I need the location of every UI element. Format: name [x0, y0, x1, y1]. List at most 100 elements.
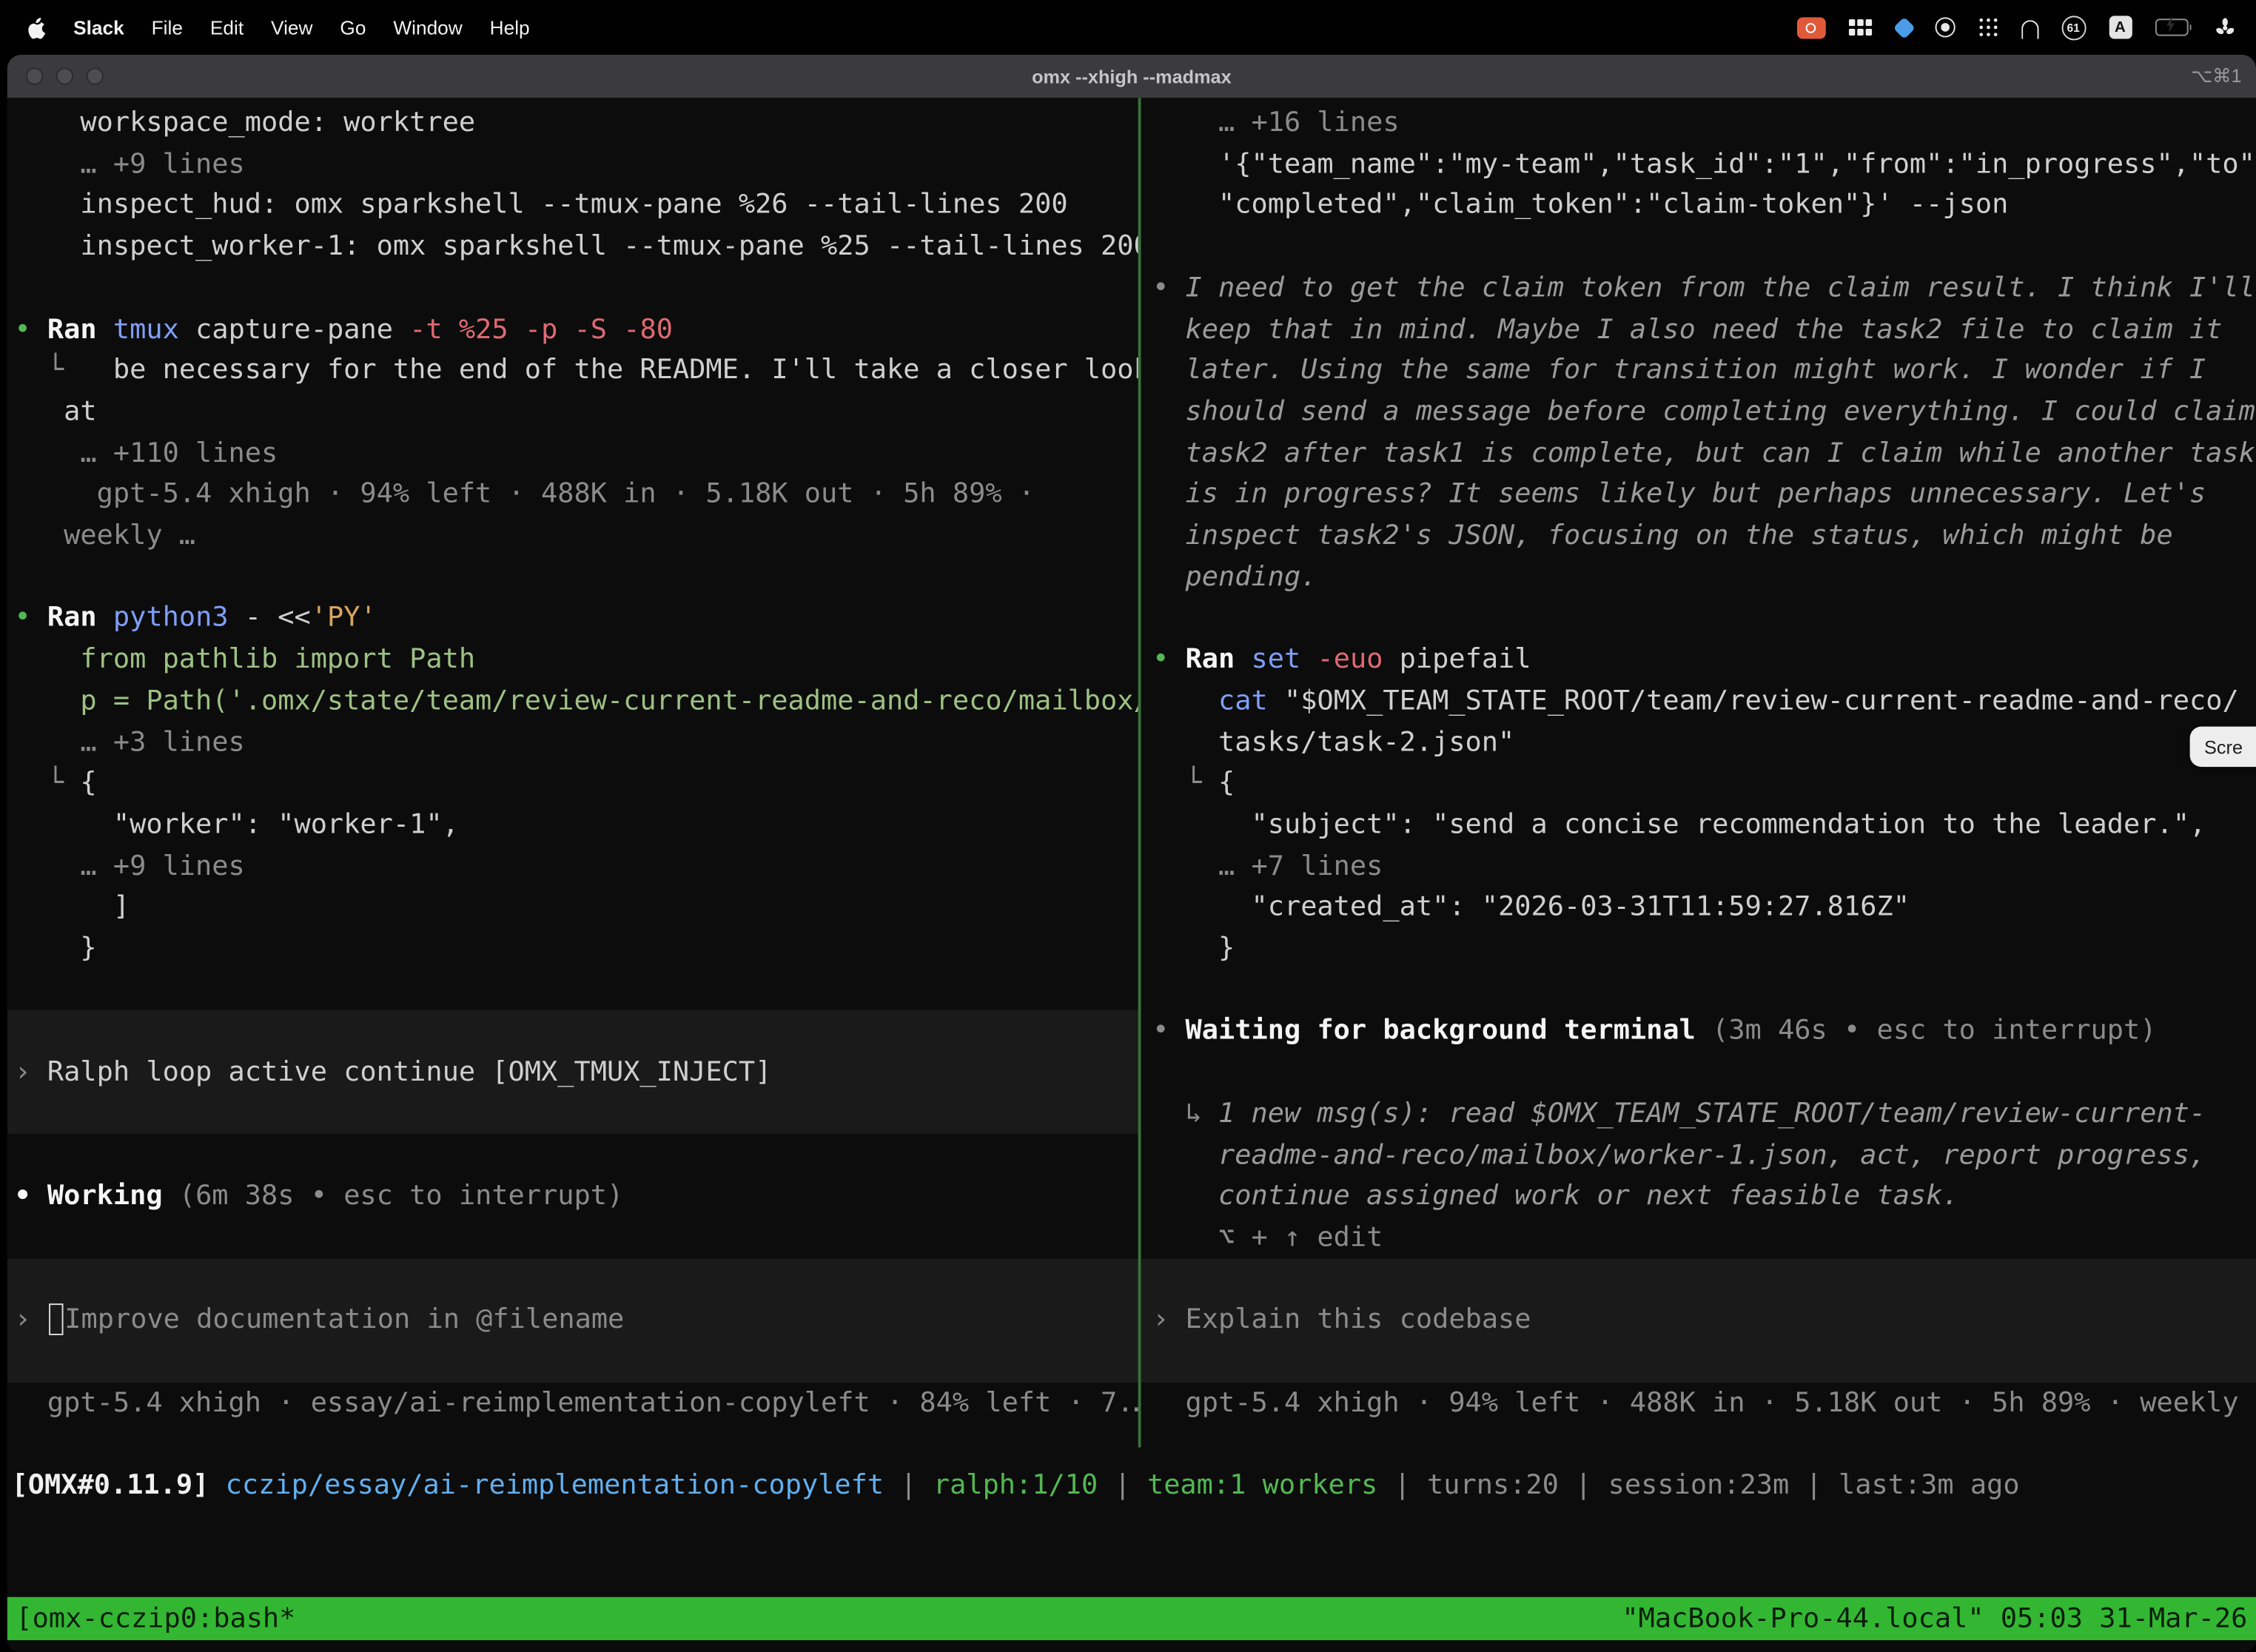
text-segment: session:23m	[1608, 1469, 1790, 1501]
text-segment: pipefail	[1400, 643, 1531, 675]
terminal-line: "created_at": "2026-03-31T11:59:27.816Z"	[1152, 887, 2256, 928]
menu-bar: Slack File Edit View Go Window Help 61 A	[0, 0, 2256, 55]
text-segment: └	[14, 355, 113, 386]
terminal-line: at	[14, 392, 1138, 433]
text-segment: "$OMX_TEAM_STATE_ROOT/team/review-curren…	[1284, 685, 2239, 716]
window-grid-icon[interactable]	[1848, 13, 1873, 41]
text-segment: is in progress? It seems likely but perh…	[1152, 478, 2206, 510]
battery-gauge-icon[interactable]: 61	[2061, 15, 2086, 39]
minimize-button[interactable]	[56, 67, 73, 84]
input-source-letter: A	[2115, 19, 2126, 36]
terminal-line: inspect task2's JSON, focusing on the st…	[1152, 515, 2256, 557]
text-segment: ]	[14, 891, 130, 923]
text-segment: |	[1559, 1469, 1608, 1501]
menu-item-help[interactable]: Help	[490, 16, 530, 38]
text-segment: from pathlib import Path	[14, 643, 475, 675]
terminal-line: • Ran tmux capture-pane -t %25 -p -S -80	[14, 309, 1138, 350]
traffic-lights	[26, 67, 104, 84]
terminal-line: … +110 lines	[14, 432, 1138, 474]
text-segment: 1 new msg(s): read $OMX_TEAM_STATE_ROOT/…	[1218, 1098, 2206, 1129]
battery-gauge-value: 61	[2067, 21, 2080, 33]
terminal-line: is in progress? It seems likely but perh…	[1152, 474, 2256, 515]
shutter-shape	[1935, 17, 1955, 37]
terminal-line: later. Using the same for transition mig…	[1152, 350, 2256, 392]
screen-recording-icon[interactable]	[1796, 16, 1825, 38]
terminal-line: }	[1152, 928, 2256, 970]
terminal-content: workspace_mode: worktree … +9 lines insp…	[7, 98, 2256, 1652]
text-segment	[209, 1469, 225, 1501]
text-segment: team:1 workers	[1147, 1469, 1377, 1501]
blue-app-icon[interactable]	[1896, 13, 1911, 41]
close-button[interactable]	[26, 67, 43, 84]
text-segment: Ran	[47, 602, 113, 634]
desktop: Slack File Edit View Go Window Help 61 A	[0, 0, 2256, 1652]
text-segment: ralph:1/10	[933, 1469, 1098, 1501]
camera-shutter-icon[interactable]	[1935, 13, 1955, 41]
text-segment: -t %25 -p -S -80	[409, 313, 673, 345]
ghost-icon[interactable]	[2021, 13, 2038, 41]
dots-grid-icon[interactable]	[1978, 13, 1998, 41]
terminal-line: ]	[14, 887, 1138, 928]
fan-icon[interactable]	[2215, 13, 2236, 41]
toast-text: Scre	[2204, 736, 2243, 757]
terminal-line: task2 after task1 is complete, but can I…	[1152, 432, 2256, 474]
text-segment: should send a message before completing …	[1152, 395, 2255, 427]
text-segment: set	[1252, 643, 1317, 675]
terminal-line: p = Path('.omx/state/team/review-current…	[14, 680, 1138, 722]
menu-item-view[interactable]: View	[271, 16, 312, 38]
text-segment: - <<	[245, 602, 311, 634]
terminal-line: … +9 lines	[14, 144, 1138, 185]
terminal-line: weekly …	[14, 515, 1138, 557]
text-segment: Ran	[1186, 643, 1252, 675]
terminal-line: … +9 lines	[14, 845, 1138, 887]
text-segment: … +16 lines	[1152, 107, 1400, 138]
menu-item-file[interactable]: File	[152, 16, 183, 38]
right-terminal-pane[interactable]: … +16 lines '{"team_name":"my-team","tas…	[1141, 102, 2256, 1428]
terminal-line: cat "$OMX_TEAM_STATE_ROOT/team/review-cu…	[1152, 680, 2256, 722]
left-terminal-pane[interactable]: workspace_mode: worktree … +9 lines insp…	[7, 102, 1138, 1428]
text-segment: "created_at": "2026-03-31T11:59:27.816Z"	[1152, 891, 1910, 923]
battery-body	[2155, 19, 2188, 36]
text-segment: ›	[1152, 1304, 1185, 1336]
text-segment: }	[14, 933, 96, 964]
menu-item-go[interactable]: Go	[340, 16, 366, 38]
menu-item-window[interactable]: Window	[393, 16, 462, 38]
screenshot-toast[interactable]: Scre	[2190, 727, 2256, 767]
text-segment: later. Using the same for transition mig…	[1152, 355, 2206, 386]
tmux-host-time: "MacBook-Pro-44.local" 05:03 31-Mar-26	[1622, 1597, 2247, 1640]
terminal-line: should send a message before completing …	[1152, 392, 2256, 433]
text-segment: }	[1152, 933, 1235, 964]
text-segment: continue assigned work or next feasible …	[1152, 1180, 1959, 1212]
text-segment: Ran	[47, 313, 113, 345]
text-cursor	[49, 1304, 63, 1336]
text-segment: |	[1377, 1469, 1427, 1501]
terminal-line: • Ran python3 - <<'PY'	[14, 597, 1138, 639]
text-segment: •	[1152, 272, 1185, 303]
text-segment: 'PY'	[311, 602, 377, 634]
text-segment: … +9 lines	[14, 148, 244, 180]
composer-input[interactable]: › Explain this codebase	[1152, 1300, 2256, 1341]
text-segment: Waiting for background terminal	[1186, 1015, 1713, 1047]
menu-item-edit[interactable]: Edit	[210, 16, 244, 38]
text-segment: •	[14, 313, 47, 345]
terminal-line: pending.	[1152, 557, 2256, 598]
text-segment: capture-pane	[195, 313, 409, 345]
recording-dot	[1806, 22, 1816, 33]
charging-bolt-icon	[2166, 14, 2178, 40]
menu-app-name[interactable]: Slack	[73, 16, 124, 38]
terminal-line: "worker": "worker-1",	[14, 804, 1138, 845]
battery-icon[interactable]	[2155, 19, 2192, 36]
terminal-line: … +16 lines	[1152, 102, 2256, 144]
text-segment: … +110 lines	[14, 437, 278, 469]
composer-input[interactable]: › Improve documentation in @filename	[14, 1300, 1138, 1341]
window-title-bar[interactable]: omx --xhigh --madmax ⌥⌘1	[7, 55, 2256, 98]
terminal-line: • I need to get the claim token from the…	[1152, 267, 2256, 309]
battery-tip	[2189, 24, 2192, 31]
zoom-button[interactable]	[87, 67, 104, 84]
input-source-icon[interactable]: A	[2109, 16, 2132, 38]
ghost-shape	[2021, 20, 2038, 38]
text-segment: p = Path('.omx/state/team/review-current…	[14, 685, 1138, 716]
apple-menu-icon[interactable]	[26, 15, 46, 39]
window-title: omx --xhigh --madmax	[1032, 65, 1232, 87]
text-segment: inspect_worker-1: omx sparkshell --tmux-…	[14, 230, 1138, 262]
